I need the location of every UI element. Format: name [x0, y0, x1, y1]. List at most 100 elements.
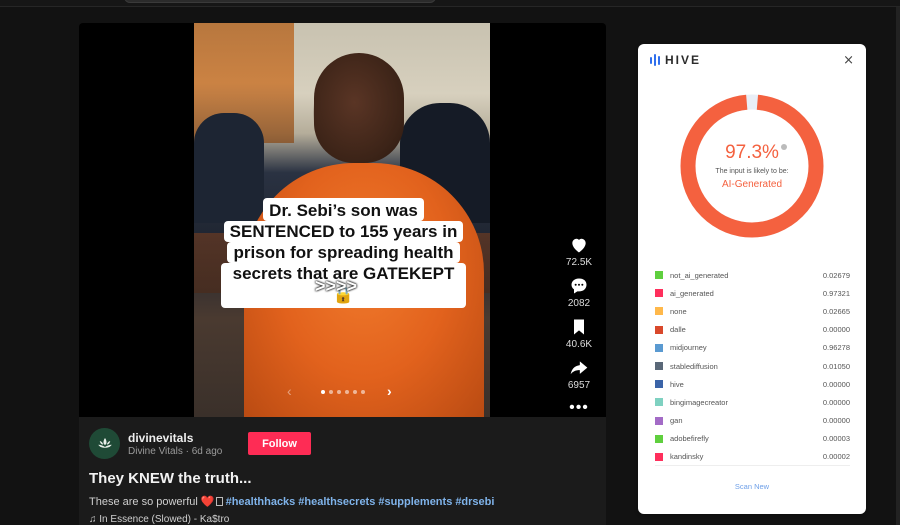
save-count: 40.6K: [565, 339, 593, 350]
hashtag-link[interactable]: #supplements: [378, 496, 452, 508]
class-score: 0.00002: [822, 452, 850, 462]
class-name: gan: [670, 416, 683, 426]
author-subline: Divine Vitals · 6d ago: [128, 446, 222, 457]
class-color-swatch: [655, 343, 663, 352]
divider: [655, 465, 850, 466]
class-name: adobefirefly: [670, 434, 709, 444]
hive-logo-icon: [650, 54, 660, 66]
class-name: hive: [670, 379, 684, 389]
lotus-logo-icon: [97, 437, 112, 448]
share-icon: [570, 361, 588, 375]
carousel-dot[interactable]: [345, 390, 349, 394]
class-name: kandinsky: [670, 452, 704, 462]
video-player[interactable]: Dr. Sebi’s son was SENTENCED to 155 year…: [79, 23, 606, 417]
score-value: 97.3%: [725, 142, 779, 163]
caption-line: prison for spreading health: [227, 242, 460, 263]
hashtag-link[interactable]: #healthsecrets: [298, 496, 375, 508]
class-row: bingimagecreator 0.00000: [655, 393, 850, 411]
heart-icon: [572, 238, 586, 253]
class-score: 0.02665: [822, 306, 850, 316]
save-button[interactable]: 40.6K: [566, 317, 592, 350]
class-color-swatch: [655, 307, 663, 316]
class-color-swatch: [655, 271, 663, 280]
follow-button[interactable]: Follow: [248, 432, 311, 455]
hive-detection-panel: HIVE × 97.3% The input is likely to be: …: [638, 44, 866, 514]
info-icon[interactable]: [780, 144, 787, 150]
carousel-dots: [321, 390, 365, 394]
class-row: gan 0.00000: [655, 412, 850, 430]
carousel-next-button[interactable]: ›: [387, 383, 392, 399]
caption-line: Dr. Sebi’s son was: [263, 198, 424, 221]
class-row: adobefirefly 0.00003: [655, 430, 850, 448]
carousel-dot[interactable]: [337, 390, 341, 394]
like-count: 72.5K: [565, 257, 593, 268]
class-color-swatch: [655, 452, 663, 461]
class-color-swatch: [655, 434, 663, 443]
description-text: These are so powerful: [89, 496, 201, 508]
class-score: 0.96278: [822, 343, 850, 353]
class-score: 0.01050: [822, 361, 850, 371]
avatar[interactable]: [89, 428, 120, 459]
hive-brand: HIVE: [665, 53, 702, 67]
carousel-controls: ‹ ›: [279, 383, 409, 401]
carousel-dot[interactable]: [353, 390, 357, 394]
class-score-list: not_ai_generated 0.02679 ai_generated 0.973…: [655, 266, 850, 466]
post-title: They KNEW the truth...: [89, 470, 252, 487]
class-name: ai_generated: [670, 288, 714, 298]
post-description: These are so powerful ❤️ #healthhacks #hea…: [89, 495, 497, 508]
comment-count: 2082: [567, 298, 591, 309]
music-track-name: In Essence (Slowed) - Ka$tro: [99, 514, 230, 525]
page-scrollbar[interactable]: [896, 7, 900, 525]
class-name: bingimagecreator: [670, 397, 728, 407]
like-button[interactable]: 72.5K: [566, 235, 592, 268]
class-row: hive 0.00000: [655, 375, 850, 393]
music-track[interactable]: ♫ In Essence (Slowed) - Ka$tro: [89, 514, 229, 525]
class-row: dalle 0.00000: [655, 321, 850, 339]
author-username[interactable]: divinevitals: [128, 431, 193, 445]
subject-head: [314, 53, 404, 163]
caption-line: SENTENCED to 155 years in: [223, 221, 464, 242]
class-name: dalle: [670, 325, 686, 335]
class-row: kandinsky 0.00002: [655, 448, 850, 466]
music-note-icon: ♫: [89, 514, 97, 525]
class-name: midjourney: [670, 343, 707, 353]
class-name: not_ai_generated: [670, 270, 729, 280]
class-row: stablediffusion 0.01050: [655, 357, 850, 375]
class-color-swatch: [655, 398, 663, 407]
class-score: 0.02679: [822, 270, 850, 280]
close-button[interactable]: ×: [843, 53, 854, 68]
class-row: midjourney 0.96278: [655, 339, 850, 357]
carousel-dot[interactable]: [361, 390, 365, 394]
swipe-hint-arrows: >>>>: [315, 276, 358, 296]
action-bar: 72.5K 2082 40.6K 6957 •••: [557, 235, 601, 416]
score-percent: 97.3%: [725, 142, 787, 164]
missing-glyph: [215, 497, 223, 506]
comment-button[interactable]: 2082: [568, 276, 590, 309]
share-button[interactable]: 6957: [568, 358, 590, 391]
carousel-dot[interactable]: [321, 390, 325, 394]
class-name: stablediffusion: [670, 361, 718, 371]
hashtag-link[interactable]: #drsebi: [455, 496, 494, 508]
hashtag-link[interactable]: #healthhacks: [226, 496, 296, 508]
author-display-name: Divine Vitals: [128, 446, 183, 457]
carousel-prev-button[interactable]: ‹: [287, 383, 292, 399]
class-row: none 0.02665: [655, 302, 850, 320]
heart-emoji: ❤️: [200, 496, 215, 508]
more-options-icon[interactable]: •••: [569, 400, 589, 416]
class-color-swatch: [655, 416, 663, 425]
class-color-swatch: [655, 325, 663, 334]
class-name: none: [670, 306, 687, 316]
share-count: 6957: [567, 380, 591, 391]
scan-new-button[interactable]: Scan New: [638, 482, 866, 491]
class-score: 0.00003: [822, 434, 850, 444]
class-score: 0.00000: [822, 325, 850, 335]
likely-label: The input is likely to be:: [715, 168, 789, 175]
class-row: not_ai_generated 0.02679: [655, 266, 850, 284]
class-score: 0.00000: [822, 416, 850, 426]
bookmark-icon: [573, 319, 584, 335]
post-age: 6d ago: [191, 446, 223, 457]
post-info: divinevitals Divine Vitals · 6d ago Foll…: [79, 417, 606, 525]
search-bar[interactable]: [124, 0, 436, 3]
carousel-dot[interactable]: [329, 390, 333, 394]
score-readout: 97.3% The input is likely to be: AI-Gene…: [679, 93, 825, 239]
